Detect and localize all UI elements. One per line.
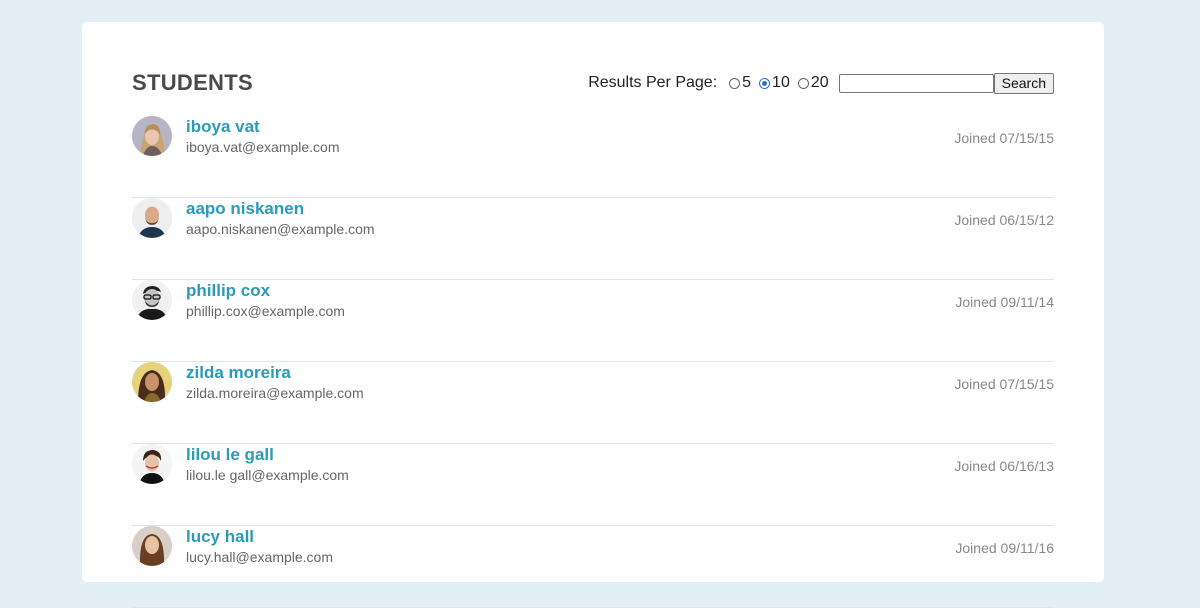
radio-label-5: 5 xyxy=(742,74,752,91)
avatar xyxy=(132,116,172,156)
list-item: lucy hall lucy.hall@example.com Joined 0… xyxy=(132,526,1054,608)
list-item: zilda moreira zilda.moreira@example.com … xyxy=(132,362,1054,444)
list-controls: Results Per Page: 5 10 20 Search xyxy=(588,72,1054,94)
students-list: iboya vat iboya.vat@example.com Joined 0… xyxy=(132,116,1054,608)
search-button[interactable]: Search xyxy=(993,72,1054,94)
radio-label-10: 10 xyxy=(772,74,790,91)
student-email: zilda.moreira@example.com xyxy=(186,385,364,401)
student-name[interactable]: lucy hall xyxy=(186,527,254,547)
radio-5[interactable] xyxy=(729,77,741,89)
radio-10[interactable] xyxy=(759,77,771,89)
list-item: aapo niskanen aapo.niskanen@example.com … xyxy=(132,198,1054,280)
joined-date: Joined 09/11/16 xyxy=(955,540,1054,556)
avatar xyxy=(132,526,172,566)
student-email: lilou.le gall@example.com xyxy=(186,467,349,483)
joined-date: Joined 07/15/15 xyxy=(954,376,1054,392)
student-name[interactable]: iboya vat xyxy=(186,117,260,137)
joined-date: Joined 06/15/12 xyxy=(954,212,1054,228)
students-card: STUDENTS Results Per Page: 5 10 20 Searc… xyxy=(82,22,1104,608)
student-email: phillip.cox@example.com xyxy=(186,303,345,319)
page-title: STUDENTS xyxy=(132,70,253,95)
student-name[interactable]: phillip cox xyxy=(186,281,270,301)
list-item: phillip cox phillip.cox@example.com Join… xyxy=(132,280,1054,362)
list-item: iboya vat iboya.vat@example.com Joined 0… xyxy=(132,116,1054,198)
search-input[interactable] xyxy=(838,73,994,93)
student-email: iboya.vat@example.com xyxy=(186,139,340,155)
list-item: lilou le gall lilou.le gall@example.com … xyxy=(132,444,1054,526)
results-per-page-label: Results Per Page: xyxy=(588,74,718,91)
avatar xyxy=(132,198,172,238)
avatar xyxy=(132,280,172,320)
avatar xyxy=(132,362,172,402)
joined-date: Joined 06/16/13 xyxy=(954,458,1054,474)
page-size-option-10[interactable]: 10 xyxy=(759,72,790,94)
student-email: aapo.niskanen@example.com xyxy=(186,221,375,237)
page-size-option-20[interactable]: 20 xyxy=(797,72,829,94)
page-size-option-5[interactable]: 5 xyxy=(729,72,751,94)
joined-date: Joined 07/15/15 xyxy=(954,130,1054,146)
student-name[interactable]: zilda moreira xyxy=(186,363,291,383)
joined-date: Joined 09/11/14 xyxy=(955,294,1054,310)
radio-label-20: 20 xyxy=(810,74,829,91)
students-header: STUDENTS Results Per Page: 5 10 20 Searc… xyxy=(132,70,1054,100)
radio-20[interactable] xyxy=(797,77,809,89)
student-name[interactable]: aapo niskanen xyxy=(186,199,304,219)
avatar xyxy=(132,444,172,484)
student-email: lucy.hall@example.com xyxy=(186,549,334,565)
student-name[interactable]: lilou le gall xyxy=(186,445,274,465)
